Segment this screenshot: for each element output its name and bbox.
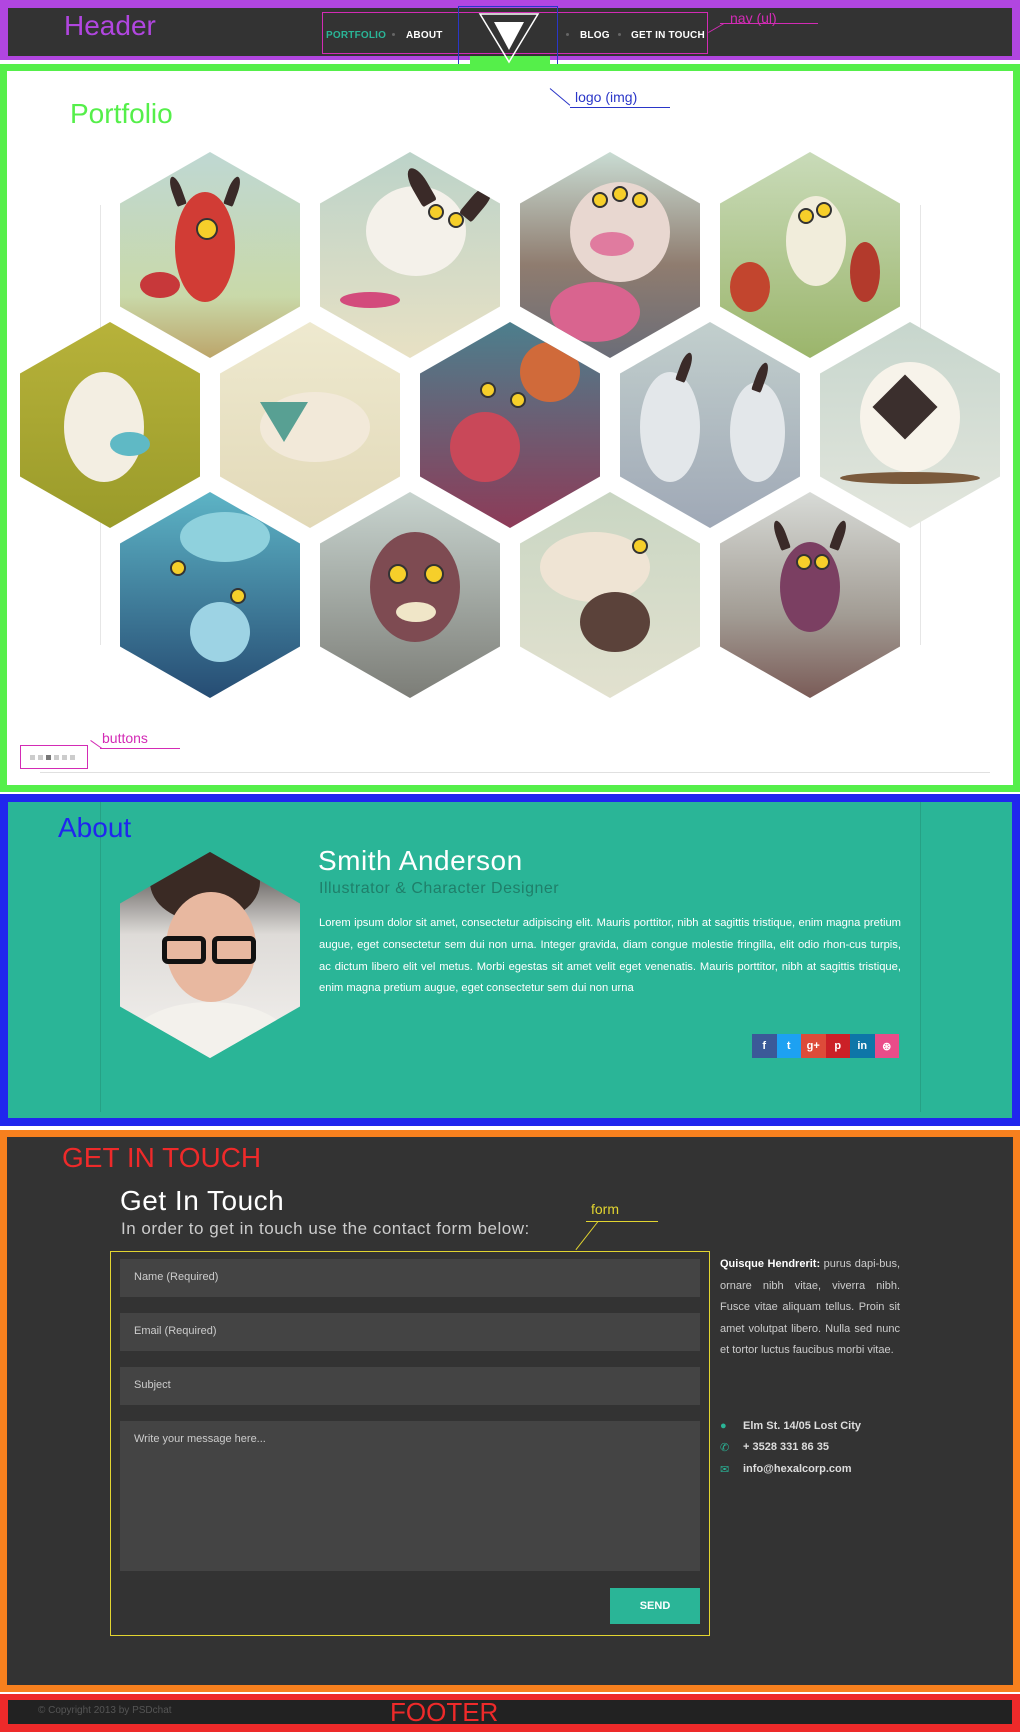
carousel-dot[interactable] xyxy=(62,755,67,760)
nav-separator xyxy=(566,33,569,36)
carousel-dot[interactable] xyxy=(54,755,59,760)
contact-email[interactable]: info@hexalcorp.com xyxy=(743,1463,852,1475)
form-annotation-label: form xyxy=(591,1201,619,1217)
contact-info-text: Quisque Hendrerit: purus dapi-bus, ornar… xyxy=(720,1254,900,1362)
carousel-dot[interactable] xyxy=(38,755,43,760)
logo-annotation-label: logo (img) xyxy=(575,89,638,105)
nav-item-about[interactable]: ABOUT xyxy=(406,30,443,41)
about-bio: Lorem ipsum dolor sit amet, consectetur … xyxy=(319,917,901,995)
subject-field[interactable]: Subject xyxy=(120,1367,700,1405)
phone-icon: ✆ xyxy=(720,1442,730,1454)
facebook-icon[interactable]: f xyxy=(752,1034,777,1058)
mail-icon: ✉ xyxy=(720,1464,730,1476)
about-divider xyxy=(920,802,921,1112)
pinterest-icon[interactable]: p xyxy=(825,1034,850,1058)
message-field[interactable]: Write your message here... xyxy=(120,1421,700,1571)
about-annotation-label: About xyxy=(58,812,132,843)
footer-copyright: © Copyright 2013 by PSDchat xyxy=(38,1705,172,1716)
nav-item-blog[interactable]: BLOG xyxy=(580,30,610,41)
linkedin-icon[interactable]: in xyxy=(850,1034,875,1058)
name-field[interactable]: Name (Required) xyxy=(120,1259,700,1297)
portfolio-annotation-label: Portfolio xyxy=(70,98,173,129)
contact-annotation-label: GET IN TOUCH xyxy=(62,1142,262,1173)
email-field[interactable]: Email (Required) xyxy=(120,1313,700,1351)
about-role: Illustrator & Character Designer xyxy=(319,880,560,897)
location-icon: ● xyxy=(720,1420,727,1432)
nav-item-portfolio[interactable]: PORTFOLIO xyxy=(326,30,386,41)
twitter-icon[interactable]: t xyxy=(776,1034,801,1058)
nav-separator xyxy=(392,33,395,36)
carousel-dot[interactable] xyxy=(70,755,75,760)
section-divider xyxy=(40,772,990,773)
header-annotation-label: Header xyxy=(64,10,156,41)
google-plus-icon[interactable]: g+ xyxy=(801,1034,826,1058)
send-button[interactable]: SEND xyxy=(610,1588,700,1624)
nav-item-get-in-touch[interactable]: GET IN TOUCH xyxy=(631,30,705,41)
buttons-annotation-line xyxy=(100,748,180,749)
nav-separator xyxy=(618,33,621,36)
carousel-dot-active[interactable] xyxy=(46,755,51,760)
buttons-annotation-label: buttons xyxy=(102,730,148,746)
nav-annotation-line xyxy=(720,23,818,24)
about-name: Smith Anderson xyxy=(318,845,523,876)
contact-info-heading: Quisque Hendrerit: xyxy=(720,1258,821,1270)
carousel-dot[interactable] xyxy=(30,755,35,760)
dribbble-icon[interactable]: ⊛ xyxy=(874,1034,899,1058)
contact-subtitle: In order to get in touch use the contact… xyxy=(121,1219,530,1238)
contact-info-body: purus dapi-bus, ornare nibh vitae, viver… xyxy=(720,1258,900,1357)
social-links: f t g+ p in ⊛ xyxy=(752,1034,899,1058)
footer-annotation-label: FOOTER xyxy=(390,1697,499,1727)
logo-annotation-line xyxy=(570,107,670,108)
contact-phone: + 3528 331 86 35 xyxy=(743,1441,829,1453)
about-divider xyxy=(100,802,101,1112)
contact-address: Elm St. 14/05 Lost City xyxy=(743,1420,861,1432)
contact-title: Get In Touch xyxy=(120,1185,285,1216)
